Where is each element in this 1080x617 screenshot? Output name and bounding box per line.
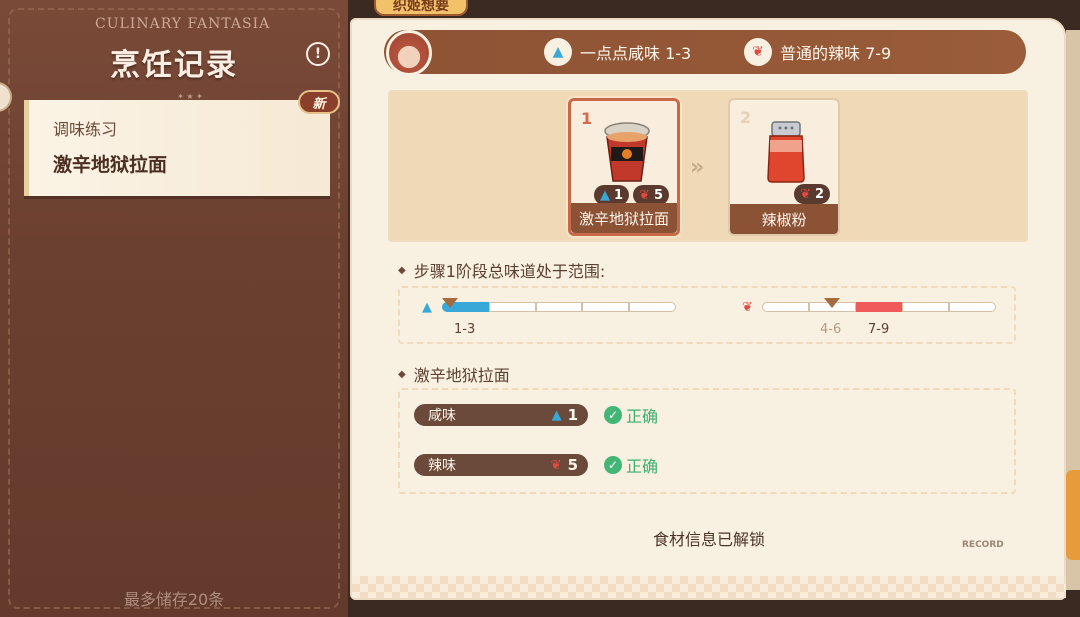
status-text: 正确 (626, 457, 659, 476)
gauge-marker (441, 298, 458, 308)
check-circle-icon: ✓ (604, 406, 622, 424)
result-row-salt: 咸味 ▲ 1 ✓ 正确 (414, 404, 658, 426)
page-edge-tab[interactable] (1066, 470, 1080, 560)
status-text: 正确 (626, 407, 659, 426)
gauge-segment (949, 302, 996, 312)
spicy-value-pill: ❦ 5 (633, 185, 669, 205)
bullet-icon: ◆ (398, 264, 406, 276)
correct-status: ✓ 正确 (604, 403, 658, 427)
ingredient-stats: ▲ 1 ❦ 5 (594, 185, 669, 205)
recipe-steps-strip (388, 90, 1028, 242)
spicy-current-label: 4-6 (820, 322, 842, 337)
salt-shaker-icon: ▲ (544, 38, 572, 66)
salt-hint-text: 一点点咸味 1-3 (580, 44, 692, 63)
result-section-title-text: 激辛地狱拉面 (413, 366, 510, 385)
spicy-target-label: 7-9 (868, 322, 890, 337)
cover-header: CULINARY FANTASIA 烹饪记录 ✦ ★ ✦ (20, 10, 330, 101)
spicy-hint-text: 普通的辣味 7-9 (780, 44, 892, 63)
result-row-spicy: 辣味 ❦ 5 ✓ 正确 (414, 454, 658, 476)
ingredient-stats: ❦ 2 (794, 184, 830, 204)
salt-target-label: 1-3 (454, 322, 476, 337)
range-box (398, 286, 1016, 344)
salt-gauge (441, 298, 676, 312)
chili-pepper-icon: ❦ (742, 300, 753, 315)
result-value-number: 5 (567, 456, 578, 474)
salt-shaker-icon: ▲ (551, 407, 562, 423)
range-section-title-text: 步骤1阶段总味道处于范围: (413, 262, 606, 281)
ingredient-label: 辣椒粉 (730, 204, 838, 234)
result-pill: 辣味 ❦ 5 (414, 454, 588, 476)
salt-hint: ▲ 一点点咸味 1-3 (544, 38, 691, 66)
book-side-tab[interactable] (0, 82, 12, 112)
gauge-segment (582, 302, 630, 312)
record-list-item[interactable]: 调味练习 激辛地狱拉面 新 (24, 90, 340, 196)
gauge-segment (855, 302, 903, 312)
chili-powder-jar-icon (767, 121, 805, 183)
spicy-value-pill: ❦ 2 (794, 184, 830, 204)
salt-value: 1 (614, 187, 624, 203)
cover-eyebrow: CULINARY FANTASIA (95, 16, 271, 32)
chili-pepper-icon: ❦ (550, 457, 562, 473)
record-book-cover: CULINARY FANTASIA 烹饪记录 ✦ ★ ✦ ! 调味练习 激辛地狱… (0, 0, 348, 617)
result-section-title: ◆ 激辛地狱拉面 (398, 362, 510, 386)
ingredient-card-chili-powder[interactable]: 2 ❦ 2 辣椒粉 (728, 98, 840, 236)
chili-pepper-icon: ❦ (639, 187, 650, 203)
range-section-title: ◆ 步骤1阶段总味道处于范围: (398, 258, 605, 282)
gauge-segment (535, 302, 583, 312)
gauge-marker (824, 298, 841, 308)
salt-shaker-icon: ▲ (422, 300, 432, 315)
record-subtitle: 调味练习 (53, 120, 118, 139)
chili-pepper-icon: ❦ (800, 186, 811, 202)
ingredient-label: 激辛地狱拉面 (571, 203, 677, 233)
gauge-segment (762, 302, 809, 312)
ingredient-number: 1 (581, 109, 593, 128)
ramen-cup-icon (604, 122, 650, 182)
ingredient-number: 2 (740, 108, 752, 127)
result-value: ❦ 5 (551, 456, 578, 474)
record-stamp: RECORD (962, 540, 1004, 550)
result-pill: 咸味 ▲ 1 (414, 404, 588, 426)
spicy-value: 2 (814, 186, 824, 202)
spicy-value: 5 (653, 187, 663, 203)
record-name: 激辛地狱拉面 (53, 154, 168, 176)
spicy-gauge (762, 298, 996, 312)
request-header-bar (384, 30, 1026, 74)
chili-pepper-icon: ❦ (744, 38, 772, 66)
page-footer-pattern (352, 576, 1066, 598)
gauge-segment (629, 302, 676, 312)
storage-note: 最多储存20条 (123, 590, 225, 609)
correct-status: ✓ 正确 (604, 453, 658, 477)
spicy-hint: ❦ 普通的辣味 7-9 (744, 38, 891, 66)
salt-value-pill: ▲ 1 (594, 185, 630, 205)
result-label: 咸味 (428, 408, 456, 424)
ingredient-card-ramen[interactable]: 1 ▲ 1 ❦ 5 激辛地狱拉面 (568, 98, 680, 236)
result-label: 辣味 (428, 458, 456, 474)
result-value: ▲ 1 (552, 406, 578, 424)
page-title: 烹饪记录 (110, 48, 238, 83)
salt-shaker-icon: ▲ (600, 187, 610, 203)
new-badge: 新 (298, 90, 340, 114)
info-icon[interactable]: ! (306, 42, 330, 66)
unlock-message: 食材信息已解锁 (652, 530, 765, 549)
character-avatar (386, 30, 432, 76)
step-arrow-icon: » (690, 155, 704, 180)
gauge-segment (488, 302, 536, 312)
request-tag: 织姬想要 (374, 0, 468, 16)
bullet-icon: ◆ (398, 368, 406, 380)
check-circle-icon: ✓ (604, 456, 622, 474)
result-value-number: 1 (567, 406, 578, 424)
gauge-segment (902, 302, 950, 312)
